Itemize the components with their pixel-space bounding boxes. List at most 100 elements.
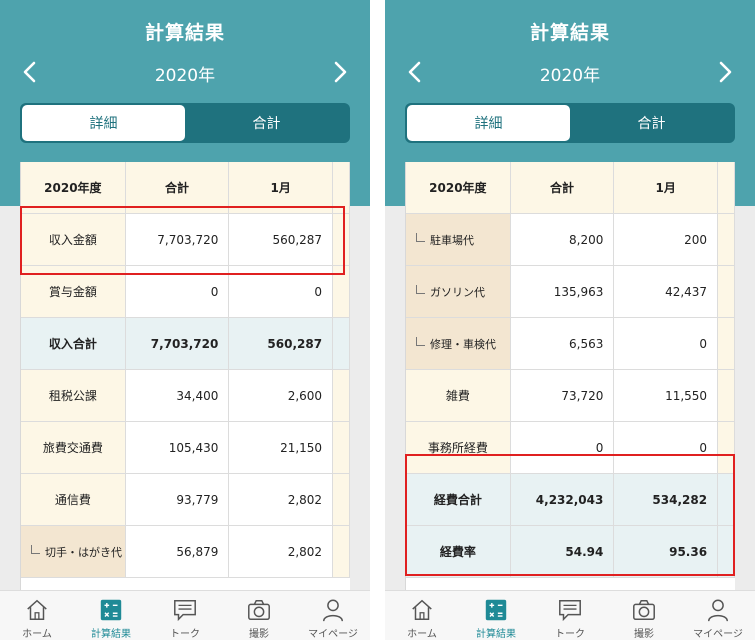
row-total: 34,400: [126, 370, 230, 421]
row-jan: 0: [614, 318, 719, 369]
table-row: 修理・車検代 6,563 0: [406, 318, 735, 370]
table-row: 租税公課 34,400 2,600: [21, 370, 350, 422]
nav-mypage[interactable]: マイページ: [296, 591, 370, 640]
column-spacer: [333, 318, 350, 369]
table-row: 経費合計 4,232,043 534,282: [406, 474, 735, 526]
row-total: 0: [126, 266, 230, 317]
home-icon: [412, 599, 432, 621]
nav-talk[interactable]: トーク: [533, 591, 607, 640]
user-icon: [322, 599, 344, 622]
column-spacer: [333, 214, 350, 265]
row-label-text: 切手・はがき代: [45, 545, 122, 559]
sub-item-icon: [416, 233, 425, 242]
sub-item-icon: [416, 337, 425, 346]
row-jan: 11,550: [614, 370, 719, 421]
nav-calc-label: 計算結果: [476, 629, 516, 640]
tab-detail[interactable]: 詳細: [22, 105, 185, 141]
chat-icon: [559, 599, 581, 622]
row-label: 通信費: [21, 474, 126, 525]
row-total: 56,879: [126, 526, 230, 577]
column-header-total: 合計: [510, 162, 615, 213]
page-title: 計算結果: [144, 22, 225, 44]
row-total: 7,703,720: [125, 318, 230, 369]
column-spacer: [718, 370, 735, 421]
column-spacer: [333, 162, 350, 213]
table-row: 収入合計 7,703,720 560,287: [21, 318, 350, 370]
nav-mypage-label: マイページ: [693, 629, 743, 640]
nav-camera[interactable]: 撮影: [222, 591, 296, 640]
row-label: 賞与金額: [21, 266, 126, 317]
table-row: 賞与金額 0 0: [21, 266, 350, 318]
nav-home[interactable]: ホーム: [385, 591, 459, 640]
segment-control: 詳細 合計: [405, 103, 735, 143]
column-header-jan: 1月: [229, 162, 334, 213]
table-row: 駐車場代 8,200 200: [406, 214, 735, 266]
row-jan: 2,802: [229, 526, 334, 577]
row-jan: 2,600: [229, 370, 334, 421]
row-total: 0: [511, 422, 615, 473]
row-label: 駐車場代: [406, 214, 511, 265]
nav-calc[interactable]: 計算結果: [74, 591, 148, 640]
nav-home-label: ホーム: [22, 629, 52, 640]
tab-detail[interactable]: 詳細: [407, 105, 570, 141]
nav-mypage[interactable]: マイページ: [681, 591, 755, 640]
nav-camera-label: 撮影: [634, 629, 654, 640]
row-jan: 0: [614, 422, 719, 473]
camera-icon: [633, 599, 655, 621]
nav-camera-label: 撮影: [249, 629, 269, 640]
column-spacer: [333, 422, 350, 473]
row-label: ガソリン代: [406, 266, 511, 317]
row-jan: 534,282: [614, 474, 719, 525]
year-selector: 2020年: [385, 56, 755, 88]
calculator-icon: [485, 599, 507, 621]
row-label-text: 修理・車検代: [430, 337, 496, 351]
nav-talk-label: トーク: [555, 629, 585, 640]
chevron-right-icon[interactable]: [327, 60, 351, 84]
camera-icon: [248, 599, 270, 621]
row-total: 8,200: [511, 214, 615, 265]
row-label: 旅費交通費: [21, 422, 126, 473]
row-jan: 95.36: [614, 526, 719, 577]
row-total: 6,563: [511, 318, 615, 369]
column-spacer: [333, 370, 350, 421]
row-jan: 21,150: [229, 422, 334, 473]
row-label: 収入合計: [21, 318, 126, 369]
tab-total[interactable]: 合計: [570, 105, 733, 141]
nav-home[interactable]: ホーム: [0, 591, 74, 640]
row-label: 雑費: [406, 370, 511, 421]
nav-calc[interactable]: 計算結果: [459, 591, 533, 640]
nav-talk-label: トーク: [170, 629, 200, 640]
table-header-row: 2020年度 合計 1月: [21, 162, 350, 214]
nav-talk[interactable]: トーク: [148, 591, 222, 640]
column-header-year: 2020年度: [406, 162, 511, 213]
year-label: 2020年: [154, 66, 216, 86]
table-row: 雑費 73,720 11,550: [406, 370, 735, 422]
row-label: 経費率: [406, 526, 511, 577]
row-total: 4,232,043: [510, 474, 615, 525]
row-total: 135,963: [511, 266, 615, 317]
row-jan: 42,437: [614, 266, 719, 317]
column-spacer: [333, 526, 350, 577]
nav-home-label: ホーム: [407, 629, 437, 640]
row-label: 切手・はがき代: [21, 526, 126, 577]
column-spacer: [333, 474, 350, 525]
column-spacer: [718, 526, 735, 577]
row-jan: 0: [229, 266, 334, 317]
row-label: 経費合計: [406, 474, 511, 525]
nav-camera[interactable]: 撮影: [607, 591, 681, 640]
column-spacer: [718, 162, 735, 213]
column-spacer: [333, 266, 350, 317]
year-label: 2020年: [539, 66, 601, 86]
result-table: 2020年度 合計 1月 収入金額 7,703,720 560,287 賞与金額…: [20, 162, 350, 590]
chevron-right-icon[interactable]: [712, 60, 736, 84]
nav-calc-label: 計算結果: [91, 629, 131, 640]
tab-total[interactable]: 合計: [185, 105, 348, 141]
calculator-icon: [100, 599, 122, 621]
bottom-nav: ホーム 計算結果 トーク 撮影 マイページ: [0, 590, 370, 640]
column-spacer: [718, 266, 735, 317]
table-row: 旅費交通費 105,430 21,150: [21, 422, 350, 474]
row-jan: 560,287: [229, 318, 334, 369]
result-table: 2020年度 合計 1月 駐車場代 8,200 200 ガソリン代 135,96…: [405, 162, 735, 590]
screen-right: 計算結果 2020年 詳細 合計 2020年度 合計 1月 駐車場代 8,200…: [385, 0, 755, 640]
table-row: 切手・はがき代 56,879 2,802: [21, 526, 350, 578]
